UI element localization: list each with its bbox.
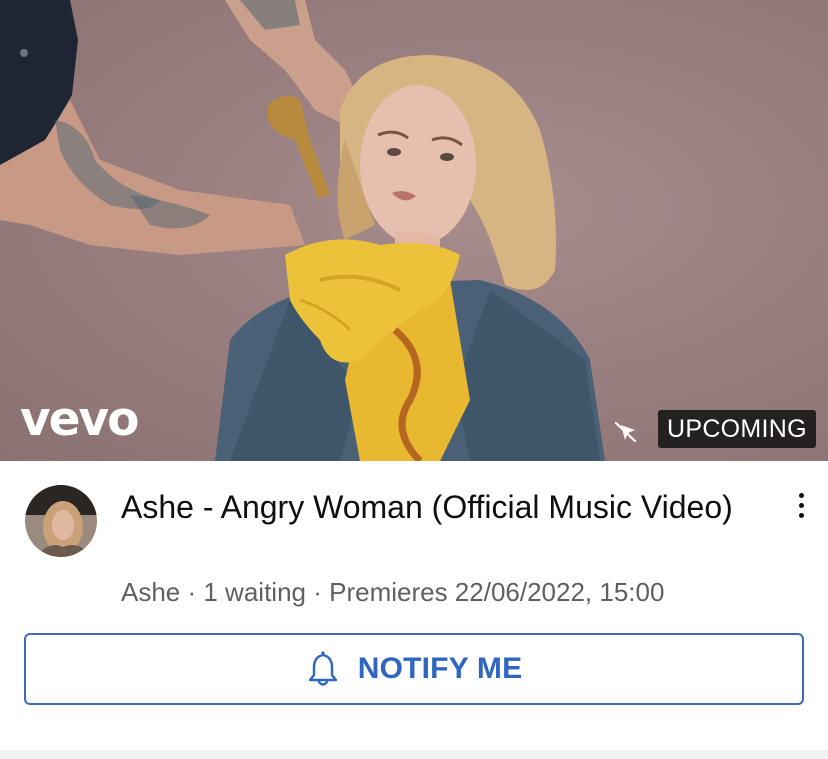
- vevo-logo: vevo: [20, 392, 139, 447]
- channel-avatar[interactable]: [25, 485, 97, 557]
- bell-icon: [308, 651, 337, 686]
- menu-dot: [798, 512, 804, 518]
- menu-dot: [798, 502, 804, 508]
- video-title[interactable]: Ashe - Angry Woman (Official Music Video…: [121, 486, 761, 528]
- notify-me-button[interactable]: NOTIFY ME: [24, 633, 804, 705]
- premiere-date: Premieres 22/06/2022, 15:00: [329, 577, 665, 607]
- more-vert-icon[interactable]: [788, 488, 814, 522]
- upcoming-badge: UPCOMING: [658, 410, 816, 448]
- channel-name[interactable]: Ashe: [121, 577, 180, 607]
- menu-dot: [798, 492, 804, 498]
- video-meta: Ashe · 1 waiting · Premieres 22/06/2022,…: [121, 575, 664, 609]
- meta-separator: ·: [306, 577, 330, 607]
- cast-off-icon[interactable]: [613, 420, 639, 444]
- video-card: vevo UPCOMING Ashe - Angry Woman (Offici…: [0, 0, 828, 759]
- meta-separator: ·: [180, 577, 204, 607]
- notify-label: NOTIFY ME: [357, 652, 523, 685]
- waiting-count: 1 waiting: [203, 577, 306, 607]
- avatar-image: [25, 485, 97, 557]
- video-thumbnail[interactable]: vevo UPCOMING: [0, 0, 828, 461]
- section-divider: [0, 750, 828, 759]
